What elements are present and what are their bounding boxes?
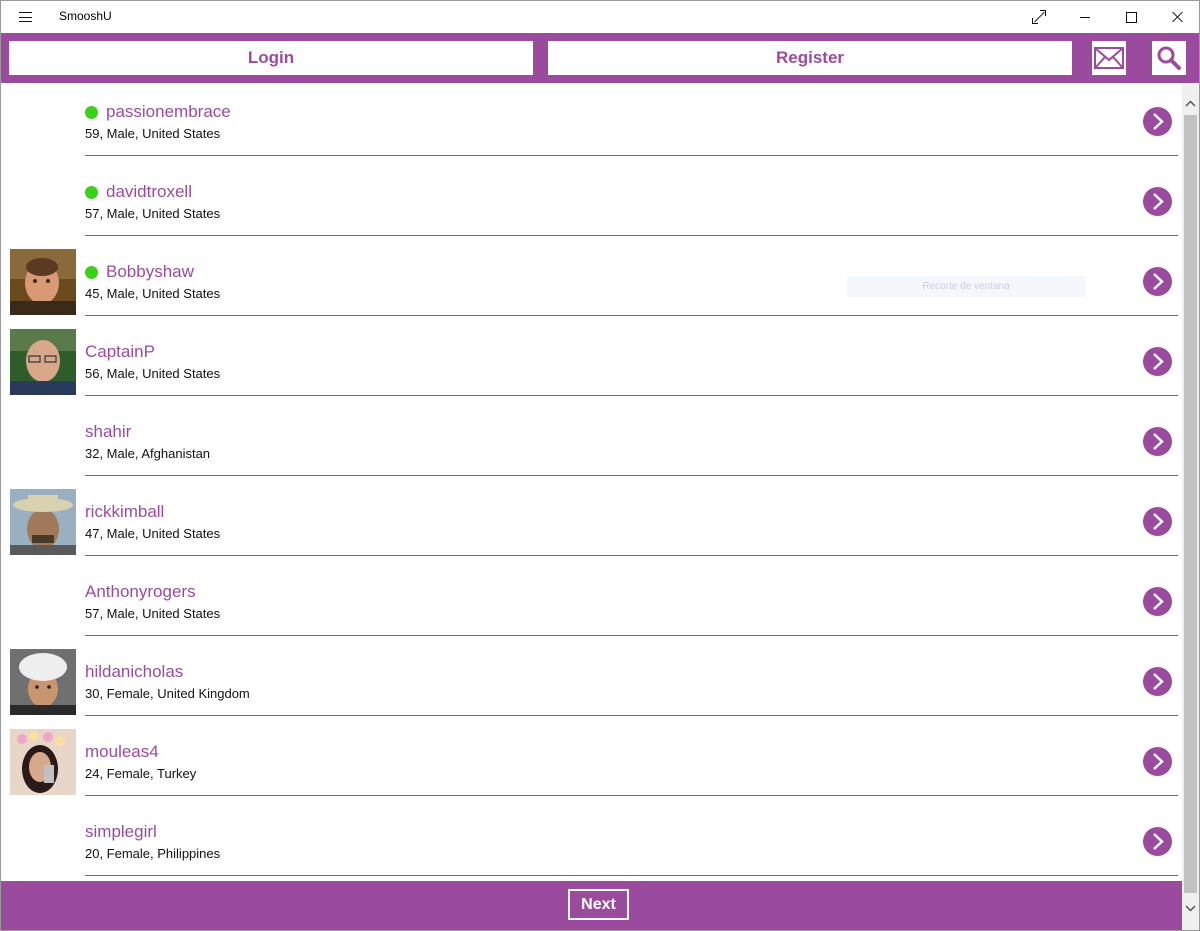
scroll-down-button[interactable] bbox=[1182, 900, 1199, 917]
open-profile-button[interactable] bbox=[1143, 347, 1172, 376]
maximize-button[interactable] bbox=[1108, 1, 1154, 33]
username[interactable]: shahir bbox=[85, 422, 131, 442]
chevron-up-icon bbox=[1185, 100, 1196, 107]
user-details: 59, Male, United States bbox=[85, 126, 221, 141]
chevron-right-icon bbox=[1153, 753, 1164, 770]
list-item[interactable]: davidtroxell 57, Male, United States bbox=[1, 163, 1181, 243]
divider bbox=[85, 795, 1178, 796]
open-profile-button[interactable] bbox=[1143, 507, 1172, 536]
username[interactable]: davidtroxell bbox=[106, 182, 192, 202]
open-profile-button[interactable] bbox=[1143, 747, 1172, 776]
divider bbox=[85, 875, 1178, 876]
user-details: 30, Female, United Kingdom bbox=[85, 686, 250, 701]
user-details: 20, Female, Philippines bbox=[85, 846, 221, 861]
chevron-right-icon bbox=[1153, 353, 1164, 370]
avatar[interactable] bbox=[10, 329, 76, 395]
avatar[interactable] bbox=[10, 489, 76, 555]
mail-button[interactable] bbox=[1092, 41, 1126, 75]
list-item[interactable]: CaptainP 56, Male, United States bbox=[1, 323, 1181, 403]
search-button[interactable] bbox=[1152, 41, 1186, 75]
chevron-right-icon bbox=[1153, 673, 1164, 690]
divider bbox=[85, 475, 1178, 476]
footer-bar: Next bbox=[1, 881, 1182, 930]
app-window: SmooshU Login Register passionembrace 59… bbox=[0, 0, 1200, 931]
divider bbox=[85, 315, 1178, 316]
username[interactable]: rickkimball bbox=[85, 502, 164, 522]
username[interactable]: simplegirl bbox=[85, 822, 157, 842]
list-item[interactable]: simplegirl 20, Female, Philippines bbox=[1, 803, 1181, 881]
open-profile-button[interactable] bbox=[1143, 267, 1172, 296]
chevron-right-icon bbox=[1153, 513, 1164, 530]
username[interactable]: hildanicholas bbox=[85, 662, 183, 682]
open-profile-button[interactable] bbox=[1143, 667, 1172, 696]
next-button[interactable]: Next bbox=[568, 889, 629, 920]
username[interactable]: CaptainP bbox=[85, 342, 155, 362]
scrollbar[interactable] bbox=[1182, 83, 1199, 930]
list-item[interactable]: rickkimball 47, Male, United States bbox=[1, 483, 1181, 563]
user-details: 32, Male, Afghanistan bbox=[85, 446, 211, 461]
app-title: SmooshU bbox=[59, 9, 112, 23]
header-bar: Login Register bbox=[1, 33, 1199, 83]
register-button[interactable]: Register bbox=[548, 41, 1072, 75]
open-profile-button[interactable] bbox=[1143, 427, 1172, 456]
chevron-right-icon bbox=[1153, 833, 1164, 850]
user-details: 45, Male, United States bbox=[85, 286, 221, 301]
online-status-icon bbox=[85, 185, 98, 199]
chevron-right-icon bbox=[1153, 593, 1164, 610]
avatar[interactable] bbox=[10, 249, 76, 315]
search-icon bbox=[1157, 46, 1181, 70]
online-status-icon bbox=[85, 265, 98, 279]
close-button[interactable] bbox=[1154, 1, 1199, 33]
chevron-right-icon bbox=[1153, 433, 1164, 450]
user-details: 47, Male, United States bbox=[85, 526, 221, 541]
scrollbar-thumb[interactable] bbox=[1184, 115, 1197, 893]
open-profile-button[interactable] bbox=[1143, 827, 1172, 856]
divider bbox=[85, 555, 1178, 556]
user-list: passionembrace 59, Male, United States d… bbox=[1, 83, 1181, 881]
divider bbox=[85, 635, 1178, 636]
username[interactable]: Anthonyrogers bbox=[85, 582, 196, 602]
list-item[interactable]: passionembrace 59, Male, United States bbox=[1, 83, 1181, 163]
divider bbox=[85, 235, 1178, 236]
chevron-right-icon bbox=[1153, 193, 1164, 210]
divider bbox=[85, 155, 1178, 156]
list-item[interactable]: hildanicholas 30, Female, United Kingdom bbox=[1, 643, 1181, 723]
list-item[interactable]: mouleas4 24, Female, Turkey bbox=[1, 723, 1181, 803]
open-profile-button[interactable] bbox=[1143, 187, 1172, 216]
mail-icon bbox=[1094, 47, 1124, 69]
title-bar: SmooshU bbox=[1, 1, 1199, 33]
chevron-down-icon bbox=[1185, 905, 1196, 912]
user-details: 56, Male, United States bbox=[85, 366, 221, 381]
user-details: 57, Male, United States bbox=[85, 206, 221, 221]
chevron-right-icon bbox=[1153, 113, 1164, 130]
minimize-button[interactable] bbox=[1062, 1, 1108, 33]
list-item[interactable]: shahir 32, Male, Afghanistan bbox=[1, 403, 1181, 483]
avatar[interactable] bbox=[10, 729, 76, 795]
online-status-icon bbox=[85, 105, 98, 119]
list-item[interactable]: Anthonyrogers 57, Male, United States bbox=[1, 563, 1181, 643]
user-details: 24, Female, Turkey bbox=[85, 766, 197, 781]
divider bbox=[85, 395, 1178, 396]
username[interactable]: Bobbyshaw bbox=[106, 262, 194, 282]
chevron-right-icon bbox=[1153, 273, 1164, 290]
open-profile-button[interactable] bbox=[1143, 587, 1172, 616]
snip-overlay-tooltip: Recorte de ventana bbox=[847, 276, 1085, 297]
hamburger-menu-icon[interactable] bbox=[11, 5, 39, 29]
username[interactable]: mouleas4 bbox=[85, 742, 159, 762]
username[interactable]: passionembrace bbox=[106, 102, 231, 122]
scroll-up-button[interactable] bbox=[1182, 95, 1199, 112]
expand-icon[interactable] bbox=[1016, 1, 1062, 33]
avatar[interactable] bbox=[10, 649, 76, 715]
user-details: 57, Male, United States bbox=[85, 606, 221, 621]
divider bbox=[85, 715, 1178, 716]
open-profile-button[interactable] bbox=[1143, 107, 1172, 136]
login-button[interactable]: Login bbox=[9, 41, 533, 75]
